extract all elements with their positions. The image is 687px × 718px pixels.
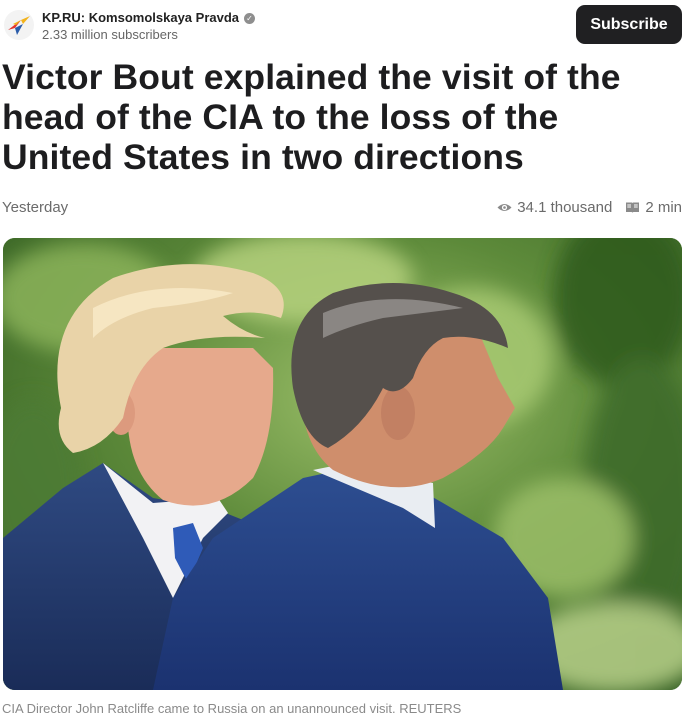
article-photo [3, 238, 682, 690]
eye-icon [497, 204, 512, 211]
book-icon [626, 202, 640, 213]
channel-header: KP.RU: Komsomolskaya Pravda ✓ 2.33 millio… [0, 0, 687, 50]
publish-date: Yesterday [2, 199, 69, 216]
channel-name-text[interactable]: KP.RU: Komsomolskaya Pravda [42, 10, 239, 25]
channel-logo-icon[interactable] [4, 10, 34, 40]
views-count: 34.1 thousand [517, 199, 613, 216]
read-time-stat: 2 min [625, 199, 682, 216]
verified-badge-icon: ✓ [244, 13, 256, 24]
read-time: 2 min [645, 199, 682, 216]
article-title: Victor Bout explained the visit of the h… [2, 57, 621, 177]
views-stat: 34.1 thousand [497, 199, 612, 216]
article-stats: 34.1 thousand 2 min [497, 199, 682, 216]
channel-name[interactable]: KP.RU: Komsomolskaya Pravda ✓ [42, 10, 256, 25]
photo-caption: CIA Director John Ratcliffe came to Russ… [2, 701, 462, 716]
subscriber-count: 2.33 million subscribers [42, 27, 178, 42]
subscribe-button[interactable]: Subscribe [576, 5, 682, 44]
